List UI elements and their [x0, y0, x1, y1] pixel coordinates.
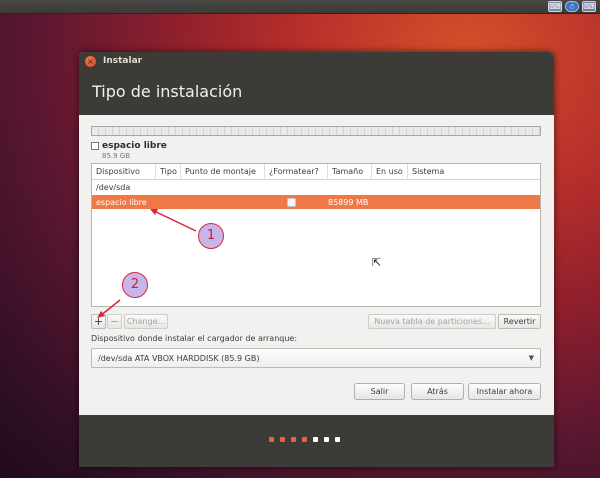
- page-title: Tipo de instalación: [92, 82, 243, 101]
- step-dot: [280, 437, 285, 442]
- col-size[interactable]: Tamaño: [328, 164, 372, 179]
- col-mount[interactable]: Punto de montaje: [181, 164, 265, 179]
- col-format[interactable]: ¿Formatear?: [265, 164, 328, 179]
- step-dot: [302, 437, 307, 442]
- partition-table: Dispositivo Tipo Punto de montaje ¿Forma…: [91, 163, 541, 307]
- change-partition-button[interactable]: Change...: [124, 314, 168, 329]
- format-checkbox[interactable]: [287, 197, 296, 207]
- step-dot: [324, 437, 329, 442]
- step-dot: [291, 437, 296, 442]
- row-format: [265, 197, 328, 207]
- col-type[interactable]: Tipo: [156, 164, 181, 179]
- legend-size: 85.9 GB: [102, 152, 131, 160]
- row-size: 85899 MB: [328, 197, 369, 207]
- back-button[interactable]: Atrás: [411, 383, 464, 400]
- col-used[interactable]: En uso: [372, 164, 408, 179]
- accessibility-icon[interactable]: ☃: [565, 1, 579, 12]
- row-device: /dev/sda: [96, 183, 131, 192]
- partition-bar: [91, 126, 541, 136]
- system-tray: ⌨ ☃ ⌨: [548, 1, 596, 12]
- table-row[interactable]: /dev/sda: [92, 180, 540, 195]
- partition-legend: espacio libre 85.9 GB: [91, 141, 167, 160]
- step-dot: [335, 437, 340, 442]
- step-dot: [269, 437, 274, 442]
- main-content: espacio libre 85.9 GB Dispositivo Tipo P…: [79, 115, 554, 415]
- footer-bar: [79, 415, 554, 467]
- page-header: Tipo de instalación: [79, 70, 554, 115]
- top-panel: ⌨ ☃ ⌨: [0, 0, 600, 14]
- new-partition-table-button[interactable]: Nueva tabla de particiones...: [368, 314, 496, 329]
- chevron-down-icon: ▼: [528, 354, 534, 362]
- table-header: Dispositivo Tipo Punto de montaje ¿Forma…: [92, 164, 540, 180]
- col-device[interactable]: Dispositivo: [92, 164, 156, 179]
- add-partition-button[interactable]: +: [91, 314, 106, 329]
- partition-toolbar: + − Change... Nueva tabla de particiones…: [91, 314, 541, 330]
- remove-partition-button[interactable]: −: [107, 314, 122, 329]
- annotation-badge-1: 1: [198, 223, 224, 249]
- close-icon[interactable]: ×: [85, 55, 96, 67]
- legend-name: espacio libre: [102, 141, 167, 151]
- quit-button[interactable]: Salir: [354, 383, 405, 400]
- step-dot: [313, 437, 318, 442]
- install-now-button[interactable]: Instalar ahora: [468, 383, 541, 400]
- bootloader-selected: /dev/sda ATA VBOX HARDDISK (85.9 GB): [98, 353, 260, 363]
- mouse-pointer-icon: ⇱: [372, 256, 382, 269]
- keyboard-layout-icon[interactable]: ⌨: [582, 1, 596, 12]
- annotation-badge-2: 2: [122, 272, 148, 298]
- legend-swatch: [91, 142, 99, 150]
- revert-button[interactable]: Revertir: [498, 314, 541, 329]
- table-row-selected[interactable]: espacio libre 85899 MB: [92, 195, 540, 209]
- row-device: espacio libre: [96, 197, 147, 207]
- step-progress: [269, 437, 340, 442]
- keyboard-icon[interactable]: ⌨: [548, 1, 562, 12]
- installer-window: × Instalar Tipo de instalación espacio l…: [79, 52, 554, 467]
- bootloader-select[interactable]: /dev/sda ATA VBOX HARDDISK (85.9 GB) ▼: [91, 348, 541, 368]
- col-system[interactable]: Sistema: [408, 164, 540, 179]
- window-title: Instalar: [103, 56, 143, 66]
- bootloader-label: Dispositivo donde instalar el cargador d…: [91, 334, 298, 343]
- title-bar: × Instalar: [79, 52, 554, 70]
